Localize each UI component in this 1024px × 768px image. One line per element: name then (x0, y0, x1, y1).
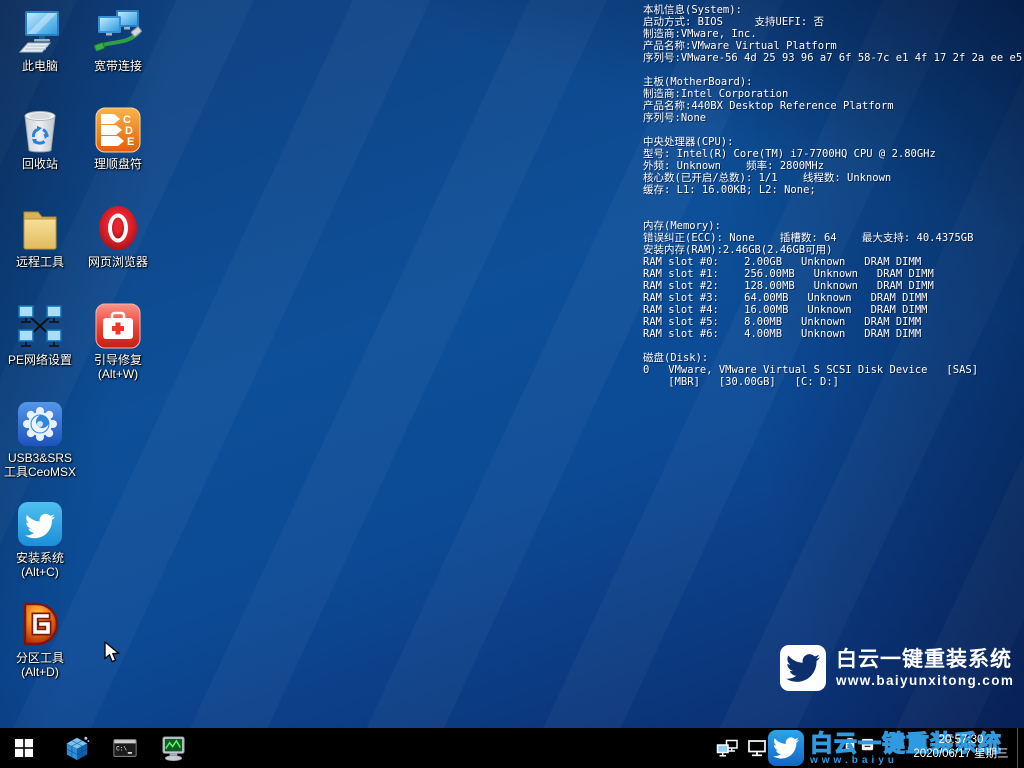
brand-bird-logo-icon (780, 645, 826, 691)
taskbar-watermark-bird-icon (768, 730, 804, 766)
pe-network-icon (16, 302, 64, 350)
desktop-icon-remote-tools[interactable]: 远程工具 (2, 204, 78, 270)
desktop-icon-install-system[interactable]: 安装系统 (Alt+C) (2, 500, 78, 580)
icon-label: 回收站 (2, 156, 78, 172)
desktop-icon-partition-tool[interactable]: 分区工具 (Alt+D) (2, 600, 78, 680)
taskbar-clock[interactable]: 20:57:30 2020/06/17 星期三 (908, 733, 1014, 761)
registry-cube-icon (64, 735, 90, 761)
desktop-icon-recycle-bin[interactable]: 回收站 (2, 106, 78, 172)
sort-drives-icon: C D E (94, 106, 142, 154)
cmd-icon: C:\ (112, 735, 138, 761)
watermark-url: www.baiyunxitong.com (836, 673, 1014, 688)
taskbar-app-cmd[interactable]: C:\ (101, 728, 149, 768)
opera-browser-icon (94, 204, 142, 252)
brand-watermark: 白云一键重装系统 www.baiyunxitong.com (780, 645, 1014, 691)
broadband-icon (94, 8, 142, 56)
hardware-monitor-icon (160, 735, 187, 762)
boot-repair-icon (94, 302, 142, 350)
system-info-overlay: 本机信息(System): 启动方式: BIOS 支持UEFI: 否 制造商:V… (643, 4, 1022, 388)
taskbar: C:\ (0, 728, 1024, 768)
desktop-icon-this-pc[interactable]: 此电脑 (2, 8, 78, 74)
clock-date: 2020/06/17 星期三 (908, 747, 1014, 761)
icon-label-2: (Alt+W) (80, 366, 156, 382)
icon-label-2: (Alt+D) (2, 664, 78, 680)
svg-text:E: E (127, 136, 134, 148)
start-icon (15, 739, 33, 757)
icon-label: 理顺盘符 (80, 156, 156, 172)
taskbar-app-registry[interactable] (53, 728, 101, 768)
desktop-icon-pe-network[interactable]: PE网络设置 (2, 302, 78, 368)
this-pc-icon (16, 8, 64, 56)
taskbar-app-hw-monitor[interactable] (149, 728, 197, 768)
diskgenius-icon (16, 600, 64, 648)
recycle-bin-icon (16, 106, 64, 154)
usb-tray-icon[interactable] (843, 736, 857, 752)
icon-label: PE网络设置 (2, 352, 78, 368)
icon-label: 远程工具 (2, 254, 78, 270)
desktop-icon-usb3-srs[interactable]: USB3&SRS 工具CeoMSX (2, 400, 78, 480)
network-tray-icon[interactable] (716, 739, 739, 758)
desktop-icon-web-browser[interactable]: 网页浏览器 (80, 204, 156, 270)
clock-time: 20:57:30 (908, 733, 1014, 747)
install-system-bird-icon (16, 500, 64, 548)
start-button[interactable] (0, 728, 48, 768)
usb3-srs-tool-icon (16, 400, 64, 448)
remote-tools-folder-icon (16, 204, 64, 252)
display-tray-icon[interactable] (747, 739, 767, 758)
icon-label-2: 工具CeoMSX (2, 464, 78, 480)
icon-label: 宽带连接 (80, 58, 156, 74)
icon-label: 网页浏览器 (80, 254, 156, 270)
icon-label: 此电脑 (2, 58, 78, 74)
show-desktop-button[interactable] (1017, 728, 1024, 768)
mouse-cursor (103, 641, 125, 665)
ime-tray-icon[interactable] (861, 738, 874, 751)
desktop-icon-broadband[interactable]: 宽带连接 (80, 8, 156, 74)
system-tray (716, 728, 767, 768)
svg-text:C:\: C:\ (116, 745, 127, 752)
desktop-icon-boot-repair[interactable]: 引导修复 (Alt+W) (80, 302, 156, 382)
desktop-icon-sort-drives[interactable]: C D E 理顺盘符 (80, 106, 156, 172)
watermark-title: 白云一键重装系统 (836, 648, 1014, 672)
icon-label-2: (Alt+C) (2, 564, 78, 580)
desktop: 此电脑 宽带连接 (0, 0, 1024, 728)
